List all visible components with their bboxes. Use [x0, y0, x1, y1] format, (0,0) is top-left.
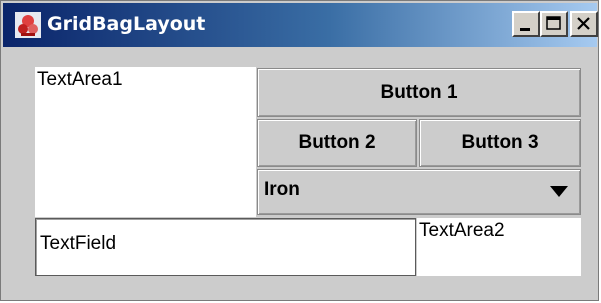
textarea-1-text: TextArea1	[37, 69, 123, 90]
textarea-2-text: TextArea2	[419, 220, 505, 241]
grid-panel: TextArea1 Button 1 Button 2 Button 3 Iro…	[35, 67, 583, 279]
java-app-icon	[15, 12, 41, 38]
combo-selected-value: Iron	[264, 179, 300, 200]
textarea-2[interactable]: TextArea2	[417, 218, 581, 276]
title-bar[interactable]: GridBagLayout	[3, 3, 598, 47]
minimize-button[interactable]	[512, 11, 540, 37]
maximize-icon	[546, 16, 561, 30]
textarea-1[interactable]: TextArea1	[35, 67, 256, 217]
text-field[interactable]: TextField	[35, 218, 416, 276]
app-window: GridBagLayout TextArea1 Button 1 Button …	[0, 0, 599, 301]
close-button[interactable]	[570, 11, 598, 37]
close-icon	[577, 17, 590, 30]
combo-box[interactable]: Iron	[257, 169, 581, 215]
minimize-icon	[520, 28, 530, 31]
button-2[interactable]: Button 2	[257, 119, 417, 167]
button-1[interactable]: Button 1	[257, 68, 581, 117]
button-3[interactable]: Button 3	[419, 119, 581, 167]
window-title: GridBagLayout	[47, 13, 206, 35]
chevron-down-icon[interactable]	[550, 186, 568, 197]
text-field-value: TextField	[40, 233, 117, 254]
maximize-button[interactable]	[540, 11, 568, 37]
